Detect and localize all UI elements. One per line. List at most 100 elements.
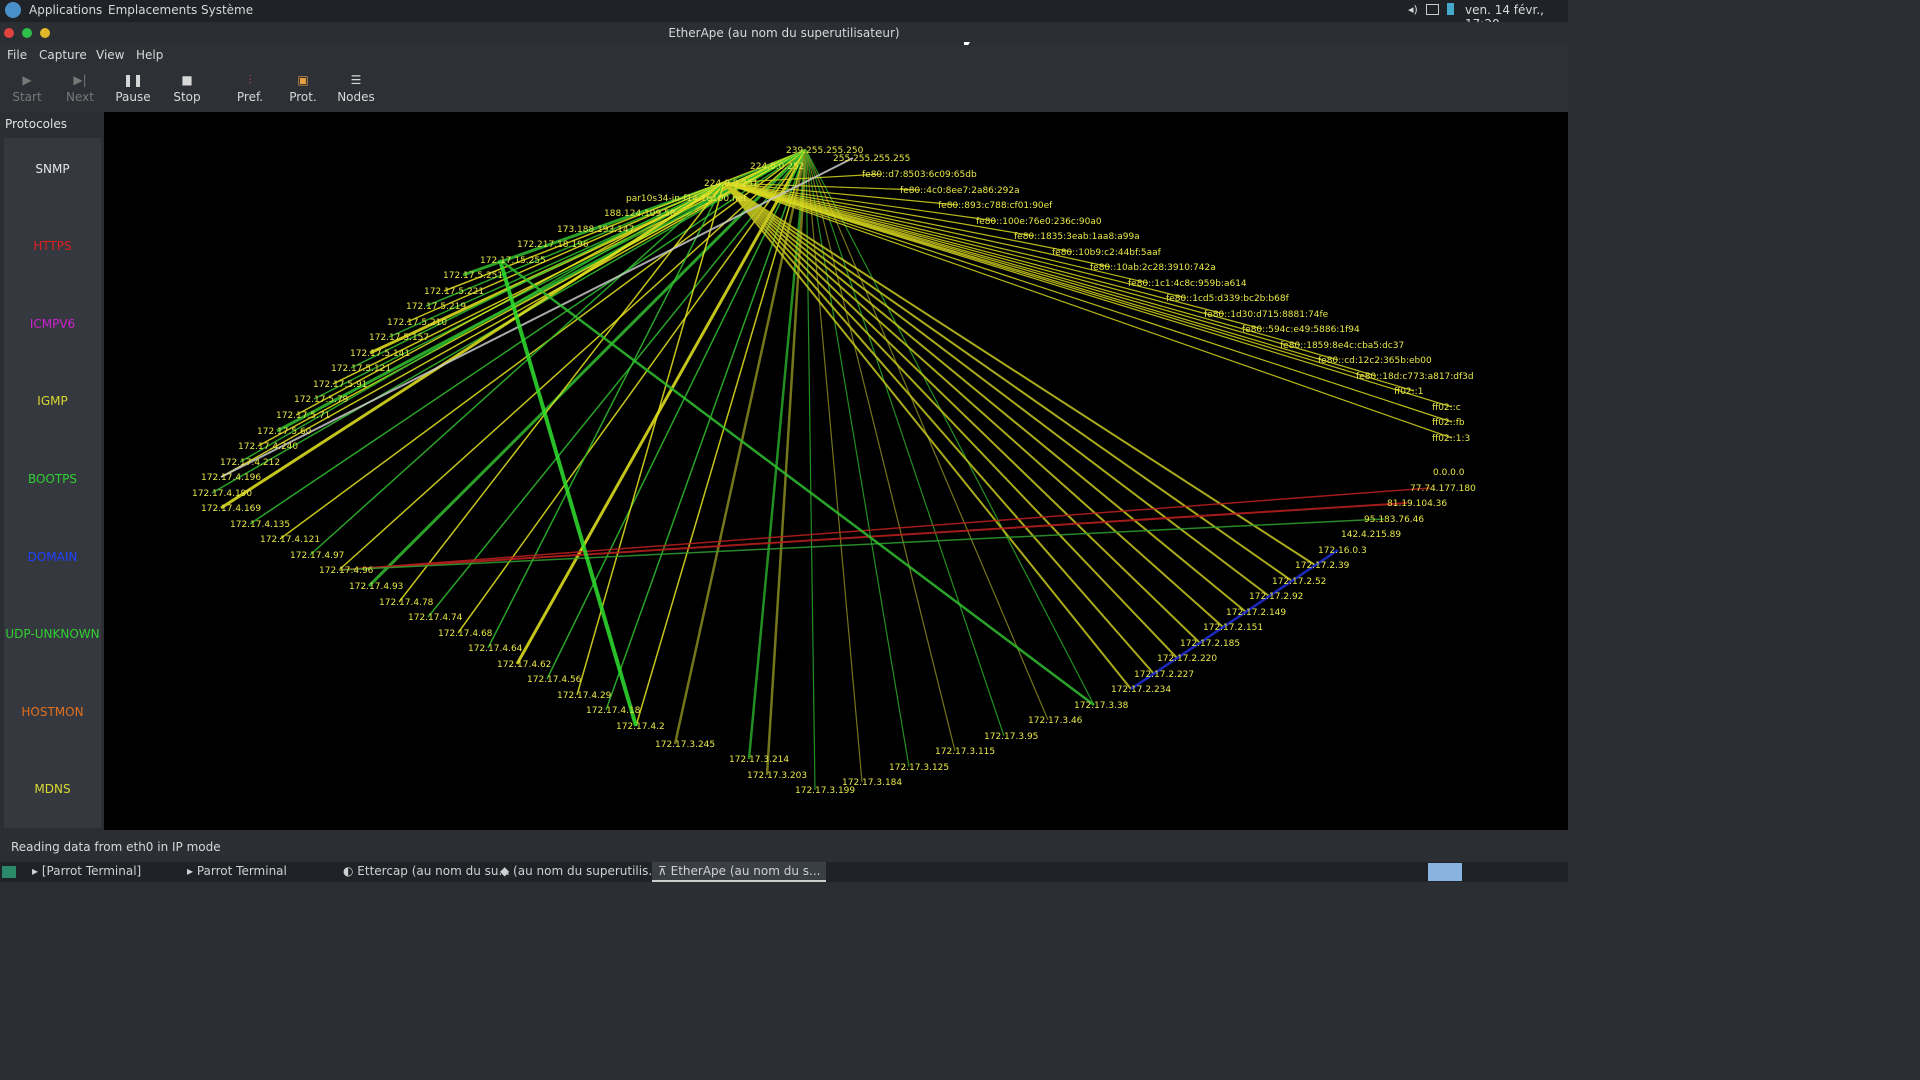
node-label[interactable]: 172.17.4.97 <box>290 551 344 561</box>
network-graph[interactable]: 239.255.255.250255.255.255.255224.0.0.25… <box>104 112 1568 830</box>
start-button[interactable]: ▶ Start <box>4 70 50 104</box>
node-label[interactable]: fe80::10ab:2c28:3910:742a <box>1090 263 1216 273</box>
node-label[interactable]: 172.17.4.121 <box>260 535 320 545</box>
network-graph-canvas[interactable]: 239.255.255.250 255.255.255.255 224.0.0.25… <box>104 112 1568 830</box>
node-label[interactable]: fe80::1835:3eab:1aa8:a99a <box>1014 232 1140 242</box>
node-label[interactable]: 172.17.4.135 <box>230 520 290 530</box>
close-window-button[interactable] <box>4 28 14 38</box>
node-label[interactable]: 172.217.18.196 <box>517 240 589 250</box>
node-label[interactable]: fe80::100e:76e0:236c:90a0 <box>976 217 1102 227</box>
parrot-logo-icon[interactable] <box>5 2 21 18</box>
node-label[interactable]: 172.17.5.157 <box>369 333 429 343</box>
node-label[interactable]: 224.0.0.251 <box>704 179 758 189</box>
node-label[interactable]: 172.17.3.95 <box>984 732 1038 742</box>
next-button[interactable]: ▶| Next <box>57 70 103 104</box>
node-label[interactable]: 81.19.104.36 <box>1387 499 1447 509</box>
protocol-hostmon[interactable]: HOSTMON <box>4 705 101 719</box>
protocol-bootps[interactable]: BOOTPS <box>4 472 101 486</box>
node-label[interactable]: 172.17.4.68 <box>438 629 493 639</box>
node-label[interactable]: 172.17.4.64 <box>468 644 523 654</box>
node-label[interactable]: 172.17.2.185 <box>1180 639 1240 649</box>
node-label[interactable]: 172.17.3.184 <box>842 778 902 788</box>
node-label[interactable]: 255.255.255.255 <box>833 154 910 164</box>
node-label[interactable]: 172.17.3.214 <box>729 755 789 765</box>
menu-help[interactable]: Help <box>136 48 163 62</box>
taskbar-item-etherape[interactable]: ⊼ EtherApe (au nom du s... <box>652 862 827 882</box>
node-label[interactable]: fe80::d7:8503:6c09:65db <box>862 170 977 180</box>
system-menu[interactable]: Système <box>201 3 253 17</box>
menu-view[interactable]: View <box>96 48 124 62</box>
node-label[interactable]: 224.0.0.252 <box>750 162 804 172</box>
node-label[interactable]: 172.17.2.149 <box>1226 608 1286 618</box>
node-label[interactable]: 172.17.3.125 <box>889 763 949 773</box>
pause-button[interactable]: ❚❚ Pause <box>110 70 156 104</box>
node-label[interactable]: 172.17.2.227 <box>1134 670 1194 680</box>
node-label[interactable]: 172.17.5.71 <box>276 411 330 421</box>
protocol-domain[interactable]: DOMAIN <box>4 550 101 564</box>
node-label[interactable]: 172.17.4.2 <box>616 722 665 732</box>
node-label[interactable]: fe80::893:c788:cf01:90ef <box>938 201 1053 211</box>
node-label[interactable]: 172.17.4.190 <box>192 489 252 499</box>
node-label[interactable]: 172.17.4.62 <box>497 660 551 670</box>
node-label[interactable]: par10s34-in-f14.1e100.net <box>626 194 747 204</box>
node-label[interactable]: 172.17.5.210 <box>387 318 447 328</box>
stop-button[interactable]: ■ Stop <box>164 70 210 104</box>
node-label[interactable]: 172.17.2.52 <box>1272 577 1326 587</box>
display-icon[interactable] <box>1426 4 1439 15</box>
node-label[interactable]: 172.17.4.74 <box>408 613 463 623</box>
volume-icon[interactable]: ◂) <box>1408 3 1418 16</box>
minimize-window-button[interactable] <box>40 28 50 38</box>
node-label[interactable]: 172.17.4.240 <box>238 442 298 452</box>
node-label[interactable]: 77.74.177.180 <box>1410 484 1476 494</box>
node-label[interactable]: 172.17.4.96 <box>319 566 374 576</box>
node-label[interactable]: 172.17.4.29 <box>557 691 612 701</box>
nodes-button[interactable]: ☰ Nodes <box>333 70 379 104</box>
taskbar-item-parrot-terminal-2[interactable]: ▸ Parrot Terminal <box>187 864 287 878</box>
protocols-button[interactable]: ▣ Prot. <box>280 70 326 104</box>
node-label[interactable]: 172.17.4.196 <box>201 473 261 483</box>
node-label[interactable]: 172.17.5.91 <box>313 380 367 390</box>
node-label[interactable]: 172.17.4.18 <box>586 706 641 716</box>
node-label[interactable]: 172.17.4.212 <box>220 458 280 468</box>
protocol-icmpv6[interactable]: ICMPV6 <box>4 317 101 331</box>
node-label[interactable]: fe80::1cd5:d339:bc2b:b68f <box>1166 294 1290 304</box>
node-label[interactable]: 172.17.5.221 <box>424 287 484 297</box>
show-desktop-icon[interactable] <box>2 866 16 878</box>
battery-icon[interactable] <box>1447 3 1454 15</box>
node-label[interactable]: fe80::1859:8e4c:cba5:dc37 <box>1280 341 1404 351</box>
node-label[interactable]: 172.17.3.245 <box>655 740 715 750</box>
node-label[interactable]: 95.183.76.46 <box>1364 515 1424 525</box>
node-label[interactable]: 188.124.109.58 <box>604 209 676 219</box>
node-label[interactable]: 172.17.4.93 <box>349 582 403 592</box>
protocol-mdns[interactable]: MDNS <box>4 782 101 796</box>
taskbar-item-ettercap[interactable]: ◐ Ettercap (au nom du su... <box>343 864 510 878</box>
tray-icon[interactable] <box>1428 863 1462 881</box>
node-label[interactable]: fe80::18d:c773:a817:df3d <box>1356 372 1474 382</box>
node-label[interactable]: fe80::cd:12c2:365b:eb00 <box>1318 356 1432 366</box>
node-label[interactable]: 172.17.3.203 <box>747 771 807 781</box>
preferences-button[interactable]: ⫶ Pref. <box>227 70 273 104</box>
node-label[interactable]: 172.17.2.151 <box>1203 623 1263 633</box>
node-label[interactable]: 172.17.4.56 <box>527 675 582 685</box>
node-label[interactable]: fe80::10b9:c2:44bf:5aaf <box>1052 248 1162 258</box>
node-label[interactable]: ff02::fb <box>1432 418 1465 428</box>
taskbar-item-parrot-terminal-1[interactable]: ▸ [Parrot Terminal] <box>32 864 141 878</box>
node-label[interactable]: 172.17.5.79 <box>294 395 349 405</box>
node-label[interactable]: 172.17.5.121 <box>331 364 391 374</box>
protocol-snmp[interactable]: SNMP <box>4 162 101 176</box>
node-label[interactable]: 0.0.0.0 <box>1433 468 1465 478</box>
node-label[interactable]: 173.188.193.147 <box>557 225 634 235</box>
node-label[interactable]: 172.17.3.46 <box>1028 716 1083 726</box>
node-label[interactable]: 172.17.2.234 <box>1111 685 1171 695</box>
menu-capture[interactable]: Capture <box>39 48 87 62</box>
node-label[interactable]: 172.17.2.39 <box>1295 561 1350 571</box>
node-label[interactable]: fe80::594c:e49:5886:1f94 <box>1242 325 1360 335</box>
protocol-udp-unknown[interactable]: UDP-UNKNOWN <box>4 627 101 641</box>
node-label[interactable]: 172.17.2.92 <box>1249 592 1303 602</box>
node-label[interactable]: ff02::c <box>1432 403 1461 413</box>
node-label[interactable]: 172.17.5.251 <box>443 271 503 281</box>
maximize-window-button[interactable] <box>22 28 32 38</box>
places-menu[interactable]: Emplacements <box>108 3 197 17</box>
node-label[interactable]: fe80::1c1:4c8c:959b:a614 <box>1128 279 1247 289</box>
node-label[interactable]: ff02::1 <box>1394 387 1423 397</box>
